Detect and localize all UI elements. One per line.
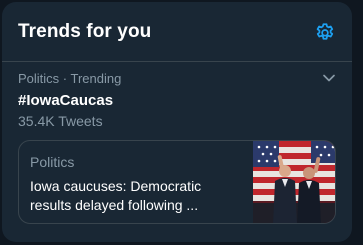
trends-panel: Trends for you Politics · Trending #Iowa… <box>2 2 352 242</box>
news-card[interactable]: Politics Iowa caucuses: Democratic resul… <box>18 140 336 224</box>
news-thumbnail <box>253 141 335 223</box>
trends-title: Trends for you <box>18 21 152 42</box>
gear-icon <box>316 23 334 40</box>
trends-header: Trends for you <box>2 2 352 62</box>
trend-item[interactable]: Politics · Trending #IowaCaucas 35.4K Tw… <box>2 62 352 242</box>
news-photo <box>253 141 335 223</box>
trend-meta: Politics · Trending <box>18 71 122 86</box>
news-category: Politics <box>30 154 75 170</box>
trend-tweet-count: 35.4K Tweets <box>18 113 103 129</box>
trend-more-button[interactable] <box>322 71 336 85</box>
trend-name: #IowaCaucas <box>18 92 114 109</box>
chevron-down-icon <box>323 74 335 82</box>
settings-button[interactable] <box>314 22 336 44</box>
news-headline: Iowa caucuses: Democratic results delaye… <box>30 178 202 213</box>
